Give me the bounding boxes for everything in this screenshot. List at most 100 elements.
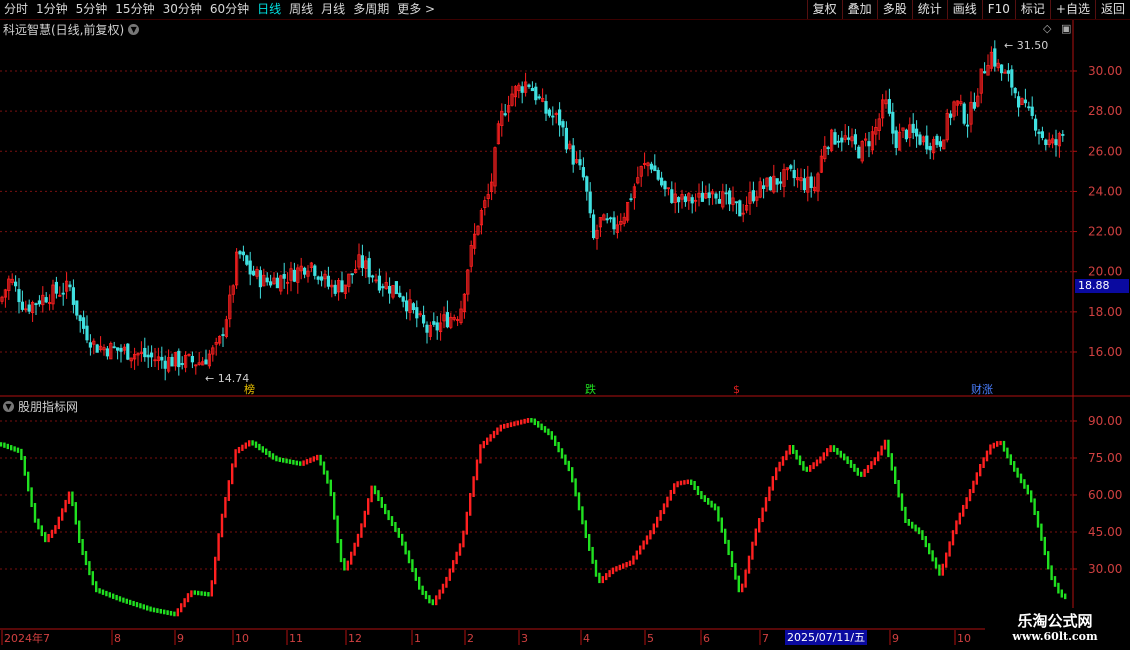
indicator-bar [618,564,621,571]
candle-body [360,255,365,269]
indicator-bar [74,502,77,525]
indicator-bar [200,591,203,596]
candle-body [690,197,694,204]
indicator-bar [679,480,683,486]
indicator-axis-label: 30.00 [1088,562,1122,576]
indicator-bar [690,479,693,485]
candle-body [340,280,344,293]
indicator-bar [336,515,339,544]
stock-title: 科远智慧(日线,前复权) ▼ [3,21,140,38]
indicator-bar [380,497,383,508]
candle-body [1017,96,1021,108]
candle-body [316,276,320,280]
candle-body [313,265,317,276]
dropdown-icon[interactable]: ▼ [128,24,140,35]
indicator-bar [554,435,557,446]
indicator-bar [299,461,302,466]
indicator-bar [91,571,94,586]
indicator-bar [367,498,370,515]
candle-body [802,178,807,191]
candle-body [326,275,331,287]
indicator-bar [428,595,431,604]
indicator-bar [1023,479,1026,489]
candle-body [95,344,99,353]
candle-body [833,132,837,145]
candle-body [983,71,987,74]
indicator-bar [265,448,268,455]
indicator-bar [639,545,642,555]
candle-body [398,292,402,298]
indicator-bar [506,423,509,428]
indicator-bar [418,576,421,590]
indicator-bar [326,470,329,484]
indicator-bar [435,595,438,606]
candle-body [1040,131,1044,138]
candle-body [779,181,783,184]
indicator-bar [601,576,604,584]
indicator-bar [707,497,710,505]
indicator-bar [829,445,832,453]
indicator-bar [152,607,156,613]
chart-canvas[interactable]: 30.00 28.00 26.00 24.00 22.00 20.00 18.00 16.00… [0,0,1130,650]
indicator-bar [353,542,356,556]
candle-body [350,273,354,276]
indicator-bar [156,608,159,613]
diamond-icon[interactable]: ◇ [1043,22,1051,35]
indicator-bar [645,535,649,545]
indicator-bar [996,441,999,447]
candle-body [1054,139,1058,146]
indicator-bar [132,600,135,607]
indicator-bar [312,456,315,462]
indicator-bar [598,572,601,584]
indicator-bar [1050,565,1053,581]
candle-body [887,99,892,114]
indicator-bar [819,456,822,464]
indicator-bar [887,439,890,458]
indicator-bar [275,455,278,462]
price-axis-label: 28.00 [1088,104,1122,118]
indicator-dropdown-icon[interactable]: ▼ [3,401,14,412]
indicator-bar [462,530,465,548]
indicator-bar [581,506,584,525]
candle-body [82,317,86,329]
indicator-bar [390,516,394,527]
indicator-bar [693,480,696,491]
indicator-bar [649,530,652,540]
indicator-bar [768,486,771,502]
indicator-bar [550,431,553,440]
indicator-bar [234,449,237,468]
candle-body [503,113,507,116]
candle-body [789,165,793,169]
indicator-bar [941,563,944,576]
indicator-bar [656,516,659,528]
indicator-bar [81,538,84,556]
indicator-bar [934,557,938,569]
indicator-bar [557,441,560,453]
candle-body [653,165,657,172]
date-label: 3 [521,632,528,645]
candle-body [592,214,596,239]
indicator-bar [904,506,907,523]
panel-toggle-icon[interactable]: ▣ [1061,22,1071,35]
candle-body [826,147,830,150]
candle-body [564,127,569,150]
date-label: 2024年7 [4,631,50,645]
candle-body [370,275,375,278]
indicator-bar [734,563,737,580]
candle-body [612,217,616,230]
indicator-bar [387,510,390,521]
indicator-bar [662,503,666,515]
indicator-bar [322,461,326,475]
candle-body [724,192,728,195]
candle-body [700,192,705,202]
indicator-bar [1040,523,1043,541]
candle-body [367,258,371,278]
indicator-bar [635,550,638,560]
candle-body [204,359,208,365]
indicator-bar [57,516,60,530]
indicator-bar [135,602,139,608]
indicator-bar [724,528,727,544]
candle-body [551,115,555,118]
indicator-bar [411,559,414,573]
indicator-bar [526,418,530,423]
